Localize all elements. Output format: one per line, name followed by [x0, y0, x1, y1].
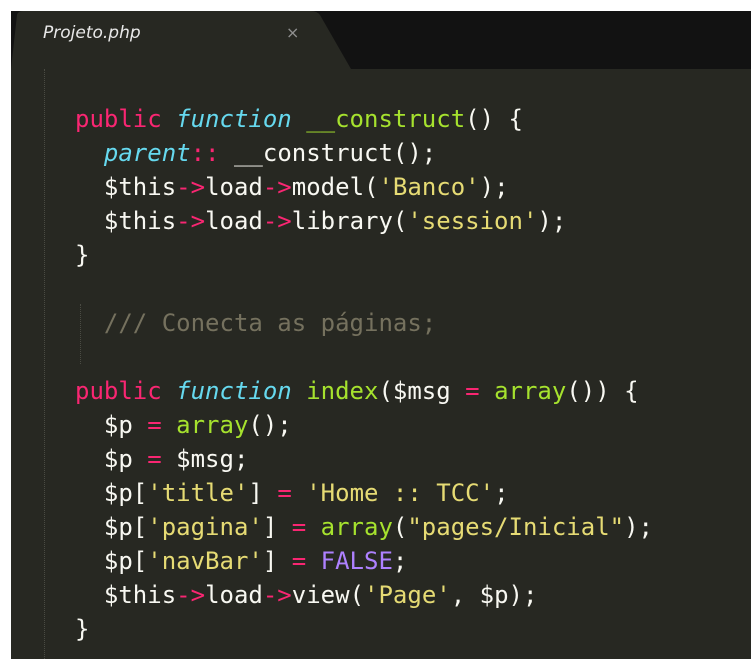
operator-token: ->: [262, 173, 292, 201]
code-text: load: [205, 581, 263, 609]
string-token: 'title': [147, 479, 249, 507]
code-line: $p = array();: [75, 410, 292, 440]
code-line: parent:: __construct();: [75, 138, 436, 168]
string-token: 'navBar': [147, 547, 263, 575]
code-line: }: [75, 240, 89, 270]
code-text: ]: [262, 513, 292, 541]
comment-token: /// Conecta as páginas;: [103, 309, 437, 337]
keyword-token: ::: [190, 139, 220, 167]
storage-token: function: [176, 377, 292, 405]
code-line: public function index($msg = array()) {: [75, 376, 639, 406]
code-text: );: [479, 173, 509, 201]
tab-projeto-php[interactable]: Projeto.php ×: [11, 11, 351, 69]
storage-token: parent: [103, 139, 191, 167]
code-text: ]: [248, 479, 278, 507]
code-line: $p['navBar'] = FALSE;: [75, 546, 407, 576]
tab-filename: Projeto.php: [43, 23, 141, 43]
code-text: , $p);: [450, 581, 538, 609]
operator-token: =: [291, 547, 307, 575]
code-line: $p['title'] = 'Home :: TCC';: [75, 478, 509, 508]
code-text: (: [392, 513, 408, 541]
function-name-token: array: [176, 411, 249, 439]
operator-token: ->: [176, 581, 206, 609]
code-text: $p[: [75, 513, 148, 541]
operator-token: =: [465, 377, 480, 405]
function-name-token: array: [494, 377, 567, 405]
code-text: load: [205, 207, 263, 235]
code-text: ($msg: [378, 377, 466, 405]
code-text: }: [75, 615, 90, 643]
tab-bar: Projeto.php ×: [11, 11, 751, 69]
editor-window: Projeto.php × public function __construc…: [11, 11, 751, 659]
code-text: model(: [291, 173, 379, 201]
code-text: ()) {: [566, 377, 639, 405]
string-token: 'pagina': [147, 513, 263, 541]
code-text: $msg;: [161, 445, 249, 473]
code-text: __construct();: [219, 139, 437, 167]
string-token: 'session': [407, 207, 538, 235]
code-text: );: [537, 207, 567, 235]
code-text: ;: [494, 479, 509, 507]
code-text: $p: [75, 411, 148, 439]
operator-token: ->: [176, 173, 206, 201]
code-line: $p = $msg;: [75, 444, 249, 474]
code-text: $p[: [75, 547, 148, 575]
code-line: $this->load->view('Page', $p);: [75, 580, 538, 610]
code-text: $p[: [75, 479, 148, 507]
code-text: $this: [75, 581, 177, 609]
code-line: /// Conecta as páginas;: [75, 308, 436, 338]
operator-token: =: [147, 445, 162, 473]
code-text: $this: [75, 207, 177, 235]
operator-token: ->: [262, 207, 292, 235]
code-text: ]: [262, 547, 292, 575]
string-token: 'Page': [364, 581, 451, 609]
code-text: view(: [291, 581, 365, 609]
operator-token: =: [277, 479, 292, 507]
function-name-token: index: [306, 377, 379, 405]
code-text: () {: [465, 105, 523, 133]
close-icon[interactable]: ×: [286, 23, 299, 42]
string-token: 'Home :: TCC': [306, 479, 495, 507]
constant-token: FALSE: [320, 547, 393, 575]
operator-token: =: [291, 513, 307, 541]
storage-token: function: [176, 105, 292, 133]
code-line: public function __construct() {: [75, 104, 523, 134]
indent-guide: [44, 69, 45, 659]
function-name-token: __construct: [306, 105, 466, 133]
code-text: $this: [75, 173, 177, 201]
code-text: }: [75, 241, 90, 269]
code-text: load: [205, 173, 263, 201]
code-text: $p: [75, 445, 148, 473]
operator-token: ->: [176, 207, 206, 235]
code-text: library(: [291, 207, 408, 235]
operator-token: =: [147, 411, 162, 439]
code-line: $this->load->model('Banco');: [75, 172, 509, 202]
function-name-token: array: [320, 513, 393, 541]
string-token: "pages/Inicial": [407, 513, 625, 541]
code-line: }: [75, 614, 89, 644]
string-token: 'Banco': [378, 173, 480, 201]
operator-token: ->: [262, 581, 292, 609]
keyword-token: public: [75, 105, 162, 133]
code-text: ;: [392, 547, 408, 575]
code-area[interactable]: public function __construct() { parent::…: [11, 69, 751, 659]
code-line: $this->load->library('session');: [75, 206, 566, 236]
code-line: $p['pagina'] = array("pages/Inicial");: [75, 512, 653, 542]
code-text: ();: [248, 411, 292, 439]
code-text: );: [624, 513, 654, 541]
keyword-token: public: [75, 377, 162, 405]
